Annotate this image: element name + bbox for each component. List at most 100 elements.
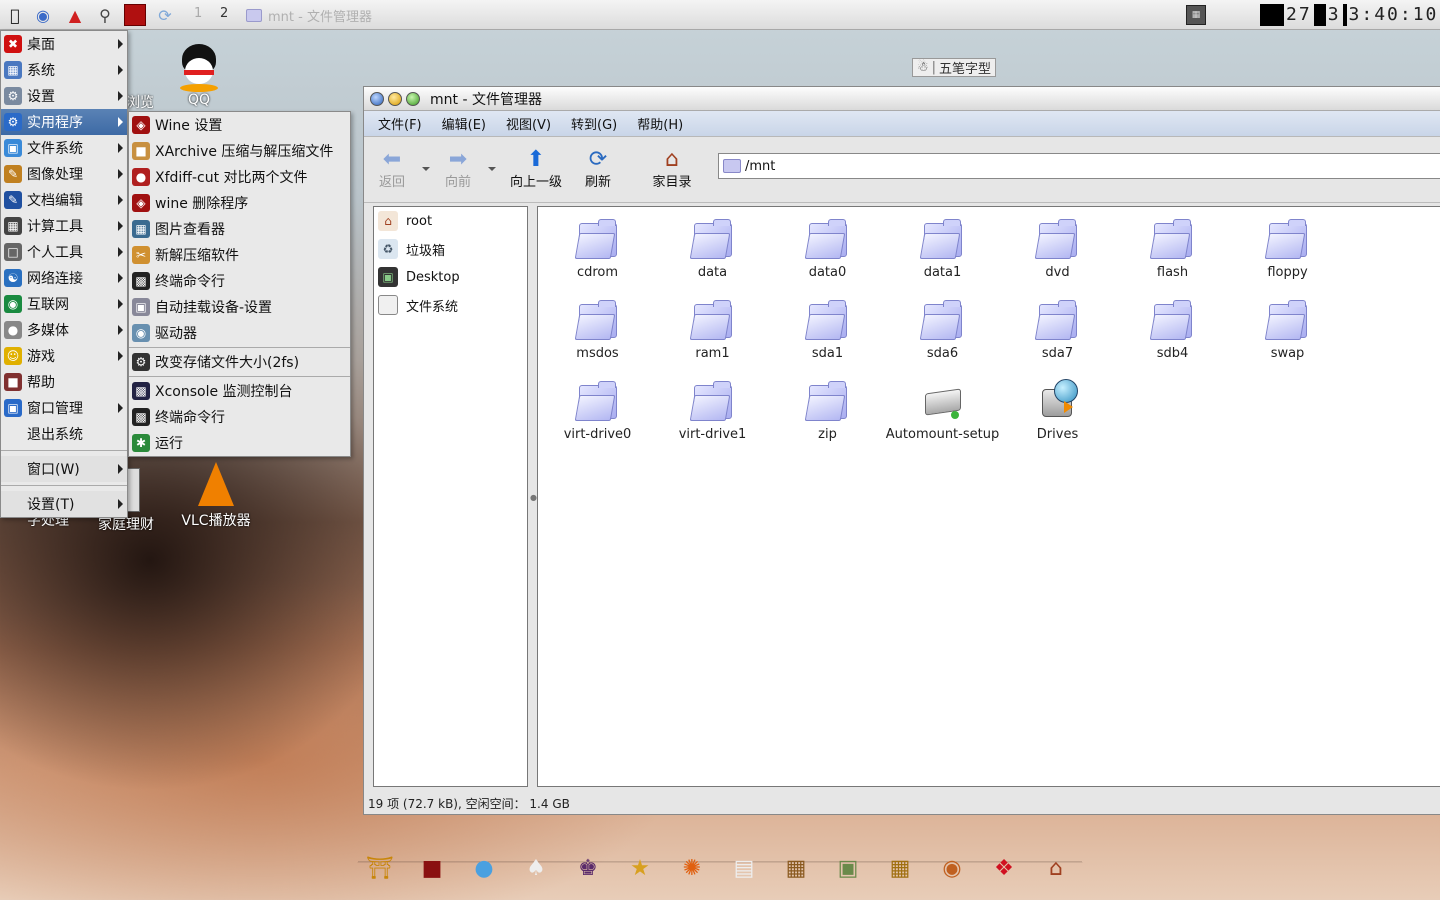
up-button[interactable]: ⬆ 向上一级 [506,147,566,191]
forward-button[interactable]: ➡ 向前 [440,147,476,191]
file-item[interactable]: Automount-setup [885,379,1000,442]
sidebar-item-trash[interactable]: ♻ 垃圾箱 [374,235,527,263]
tray-icon[interactable]: ▦ [1186,5,1206,25]
workspace-1[interactable]: 1 [194,6,202,21]
address-bar[interactable]: /mnt [718,153,1440,179]
start-menu-item-4[interactable]: ▣ 文件系统 [1,135,127,161]
menu-edit[interactable]: 编辑(E) [442,114,486,133]
start-menu-item-14[interactable]: ▣ 窗口管理 [1,395,127,421]
submenu-item-5[interactable]: ✂ 新解压缩软件 [129,242,350,268]
start-menu-item-5[interactable]: ✎ 图像处理 [1,161,127,187]
file-item[interactable]: virt-drive0 [540,379,655,442]
start-menu-item-9[interactable]: ☯ 网络连接 [1,265,127,291]
window-titlebar[interactable]: mnt - 文件管理器 [364,87,1440,111]
refresh-button[interactable]: ⟳ 刷新 [578,147,618,191]
file-item[interactable]: swap [1230,298,1345,361]
file-item[interactable]: dvd [1000,217,1115,280]
magnifier-icon[interactable]: ⚲ [94,4,116,26]
taskbar-item-mnt[interactable]: mnt - 文件管理器 [246,5,372,25]
file-item[interactable]: data0 [770,217,885,280]
menu-view[interactable]: 视图(V) [506,114,551,133]
back-history-dropdown[interactable] [422,167,430,171]
submenu-item-1[interactable]: ■ XArchive 压缩与解压缩文件 [129,138,350,164]
file-item[interactable]: virt-drive1 [655,379,770,442]
house-icon[interactable]: ⌂ [1036,848,1076,888]
start-menu-item-7[interactable]: ▦ 计算工具 [1,213,127,239]
notebook-icon[interactable]: ▤ [724,848,764,888]
file-item[interactable]: ram1 [655,298,770,361]
cards-icon[interactable]: ♠ [516,848,556,888]
drum-icon[interactable]: ◉ [932,848,972,888]
sidebar-item-desktop[interactable]: ▣ Desktop [374,263,527,291]
submenu-item-3[interactable]: ◈ wine 删除程序 [129,190,350,216]
desktop-icon-qq[interactable]: QQ [172,44,226,108]
submenu-item-7[interactable]: ▣ 自动挂载设备-设置 [129,294,350,320]
maximize-button[interactable] [406,91,420,106]
submenu-item-9[interactable]: ⚙ 改变存储文件大小(2fs) [129,349,350,375]
workspace-2[interactable]: 2 [220,6,228,21]
menu-file[interactable]: 文件(F) [378,114,422,133]
start-menu-item-2[interactable]: ⚙ 设置 [1,83,127,109]
pane-splitter[interactable]: ● [530,493,537,502]
alert-icon[interactable]: ▲ [64,4,86,26]
file-item[interactable]: Drives [1000,379,1115,442]
file-item[interactable]: cdrom [540,217,655,280]
desktop-icon-browse[interactable]: 浏览 [126,92,154,112]
file-item[interactable]: msdos [540,298,655,361]
menu-help[interactable]: 帮助(H) [637,114,683,133]
start-menu-item-12[interactable]: ☺ 游戏 [1,343,127,369]
start-menu-item-15[interactable]: 退出系统 [1,421,127,447]
home-button[interactable]: ⌂ 家目录 [648,147,696,191]
start-menu-item-16[interactable]: 窗口(W) [1,456,127,482]
chess-icon[interactable]: ♚ [568,848,608,888]
minimize-button[interactable] [388,91,402,106]
palace-icon[interactable]: ⛩ [360,848,400,888]
submenu-item-6[interactable]: ▩ 终端命令行 [129,268,350,294]
abacus-icon[interactable]: ▦ [776,848,816,888]
star-icon[interactable]: ★ [620,848,660,888]
chest-icon[interactable]: ▦ [880,848,920,888]
forward-history-dropdown[interactable] [488,167,496,171]
submenu-item-0[interactable]: ◈ Wine 设置 [129,112,350,138]
desktop-icon-vlc[interactable]: VLC播放器 [176,462,256,530]
refresh-icon[interactable]: ⟳ [154,4,176,26]
start-menu-item-6[interactable]: ✎ 文档编辑 [1,187,127,213]
knot-icon[interactable]: ❖ [984,848,1024,888]
file-item[interactable]: sda6 [885,298,1000,361]
start-menu-item-10[interactable]: ◉ 互联网 [1,291,127,317]
app-icon[interactable] [124,4,146,26]
orb-icon[interactable]: ● [464,848,504,888]
back-button[interactable]: ⬅ 返回 [374,147,410,191]
submenu-item-2[interactable]: ● Xfdiff-cut 对比两个文件 [129,164,350,190]
close-button[interactable] [370,91,384,106]
start-menu-item-3[interactable]: ⚙ 实用程序 [1,109,127,135]
start-menu-item-17[interactable]: 设置(T) [1,491,127,517]
file-item[interactable]: flash [1115,217,1230,280]
submenu-item-12[interactable]: ✱ 运行 [129,430,350,456]
submenu-item-10[interactable]: ▩ Xconsole 监测控制台 [129,378,350,404]
file-item[interactable]: data1 [885,217,1000,280]
file-item[interactable]: sda1 [770,298,885,361]
picture-icon[interactable]: ▣ [828,848,868,888]
start-menu-item-11[interactable]: ● 多媒体 [1,317,127,343]
browser-icon[interactable]: ◉ [32,4,54,26]
menu-go[interactable]: 转到(G) [571,114,617,133]
start-menu-item-8[interactable]: □ 个人工具 [1,239,127,265]
file-item[interactable]: sdb4 [1115,298,1230,361]
sidebar-item-filesystem[interactable]: 文件系统 [374,291,527,319]
start-menu-item-13[interactable]: ■ 帮助 [1,369,127,395]
file-item[interactable]: sda7 [1000,298,1115,361]
input-method-indicator[interactable]: ☃ | 五笔字型 [912,58,997,77]
apple-icon[interactable]:  [4,4,26,26]
start-menu-item-1[interactable]: ▦ 系统 [1,57,127,83]
file-item[interactable]: floppy [1230,217,1345,280]
file-item[interactable]: data [655,217,770,280]
file-item[interactable]: zip [770,379,885,442]
start-menu-item-0[interactable]: ✖ 桌面 [1,31,127,57]
submenu-item-4[interactable]: ▦ 图片查看器 [129,216,350,242]
fire-icon[interactable]: ✺ [672,848,712,888]
book-icon[interactable]: ■ [412,848,452,888]
submenu-item-11[interactable]: ▩ 终端命令行 [129,404,350,430]
sidebar-item-root[interactable]: ⌂ root [374,207,527,235]
submenu-item-8[interactable]: ◉ 驱动器 [129,320,350,346]
